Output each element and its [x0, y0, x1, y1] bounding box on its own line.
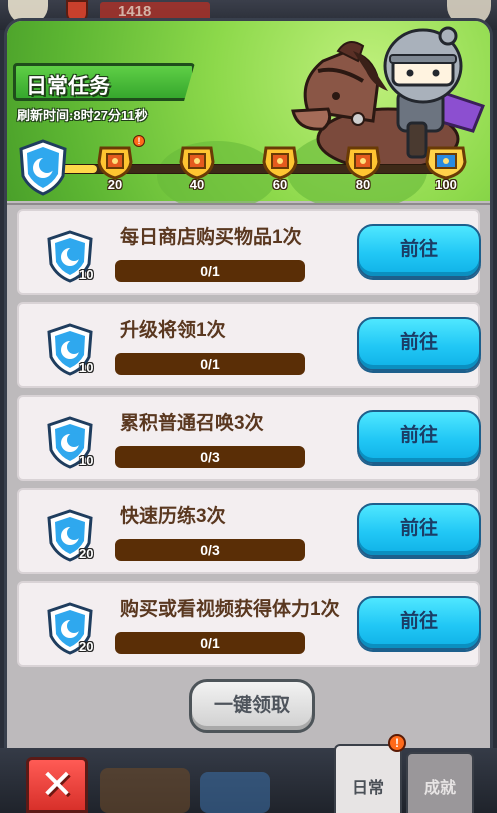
- tab-daily[interactable]: 日常: [334, 744, 402, 813]
- activity-shield-icon: [19, 139, 67, 196]
- milestone-alert-badge: !: [133, 135, 145, 147]
- reward-amount: 20: [79, 546, 94, 561]
- close-x-icon: ✕: [40, 763, 74, 807]
- task-progress-bar: 0/3: [115, 539, 305, 561]
- bush-decoration: [157, 141, 277, 211]
- refresh-time: 8时27分11秒: [73, 108, 148, 123]
- milestone-chest-20[interactable]: 20: [95, 144, 135, 192]
- refresh-timer: 刷新时间:8时27分11秒: [17, 105, 148, 124]
- task-row: 10 每日商店购买物品1次 0/1 前往: [17, 209, 481, 295]
- tab-achievement[interactable]: 成就: [406, 752, 474, 813]
- background-decoration: [200, 772, 270, 813]
- milestone-chest-80[interactable]: 80: [343, 144, 383, 192]
- task-title: 每日商店购买物品1次: [120, 227, 302, 248]
- reward-amount: 20: [79, 639, 94, 654]
- go-button[interactable]: 前往: [357, 317, 481, 371]
- go-button[interactable]: 前往: [357, 224, 481, 278]
- task-progress-bar: 0/1: [115, 260, 305, 282]
- reward-amount: 10: [79, 453, 94, 468]
- background-decoration: [100, 768, 190, 813]
- task-title: 升级将领1次: [120, 320, 226, 341]
- claim-all-button[interactable]: 一键领取: [189, 679, 315, 733]
- daily-task-panel: 日常任务 刷新时间:8时27分11秒 20 ! 40 60 80 100 10 …: [4, 18, 493, 763]
- task-progress-bar: 0/1: [115, 632, 305, 654]
- milestone-value: 60: [272, 177, 288, 192]
- task-title: 累积普通召唤3次: [120, 413, 264, 434]
- task-row: 10 累积普通召唤3次 0/3 前往: [17, 395, 481, 481]
- task-title: 快速历练3次: [120, 506, 226, 527]
- refresh-label: 刷新时间:: [17, 108, 74, 123]
- milestone-chest-100[interactable]: 100: [423, 144, 469, 192]
- task-progress-bar: 0/3: [115, 446, 305, 468]
- milestone-value: 40: [189, 177, 205, 192]
- tab-alert-badge: !: [388, 734, 406, 752]
- reward-chest-icon: [262, 146, 298, 180]
- reward-chest-icon: [425, 146, 467, 180]
- reward-amount: 10: [79, 360, 94, 375]
- task-progress-bar: 0/1: [115, 353, 305, 375]
- milestone-value: 80: [355, 177, 371, 192]
- title-banner: 日常任务: [13, 63, 195, 101]
- task-row: 10 升级将领1次 0/1 前往: [17, 302, 481, 388]
- milestone-value: 100: [435, 177, 457, 192]
- panel-header: 日常任务 刷新时间:8时27分11秒 20 ! 40 60 80 100: [7, 21, 490, 211]
- milestone-chest-60[interactable]: 60: [260, 144, 300, 192]
- reward-chest-icon: [97, 146, 133, 180]
- reward-chest-icon: [345, 146, 381, 180]
- task-row: 20 购买或看视频获得体力1次 0/1 前往: [17, 581, 481, 667]
- milestone-chest-40[interactable]: 40: [177, 144, 217, 192]
- milestone-value: 20: [107, 177, 123, 192]
- reward-amount: 10: [79, 267, 94, 282]
- close-button[interactable]: ✕: [26, 757, 88, 813]
- task-row: 20 快速历练3次 0/3 前往: [17, 488, 481, 574]
- go-button[interactable]: 前往: [357, 410, 481, 464]
- go-button[interactable]: 前往: [357, 503, 481, 557]
- reward-chest-icon: [179, 146, 215, 180]
- go-button[interactable]: 前往: [357, 596, 481, 650]
- page-title: 日常任务: [26, 75, 110, 98]
- task-title: 购买或看视频获得体力1次: [120, 599, 340, 620]
